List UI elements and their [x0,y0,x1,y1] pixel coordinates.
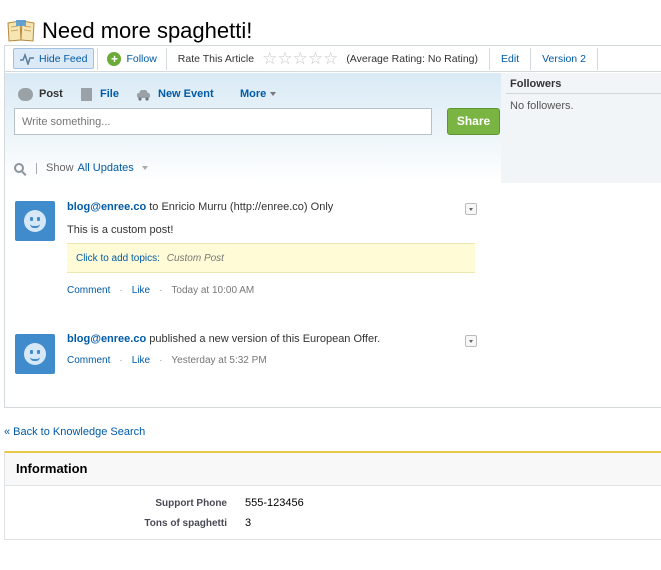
field-value: 3 [245,517,252,529]
tab-file-label: File [100,88,119,100]
feed-filter: Show All Updates [14,161,148,175]
user-face-icon [24,210,46,232]
feed-item-header: blog@enree.co to Enricio Murru (http://e… [67,201,333,213]
feed-item-body: This is a custom post! [67,224,174,236]
show-label: Show [46,162,74,174]
follow-label: Follow [126,52,157,65]
followers-title: Followers [510,78,562,90]
toolbar-divider [97,47,99,70]
topics-box: Click to add topics: Custom Post [67,243,475,273]
topic-value: Custom Post [166,253,224,264]
field-value: 555-123456 [245,497,304,509]
star-icon[interactable]: ☆ [293,50,308,67]
followers-divider [506,93,661,94]
feed-item-actions: Comment · Like · Today at 10:00 AM [67,285,255,296]
feed-activity-icon [20,52,34,65]
average-rating-text: (Average Rating: No Rating) [346,52,479,65]
field-label: Support Phone [155,498,227,509]
feed-item-actions: Comment · Like · Yesterday at 5:32 PM [67,355,267,366]
feed-item-action: to Enricio Murru (http://enree.co) Only [146,201,334,213]
information-title: Information [16,461,88,476]
tab-new-event[interactable]: New Event [136,86,214,102]
feed-item-action: published a new version of this European… [146,333,381,345]
timestamp: Today at 10:00 AM [171,285,255,296]
chevron-down-icon [270,92,277,96]
post-input[interactable] [14,108,432,135]
hide-feed-label: Hide Feed [39,52,88,65]
back-to-search-link[interactable]: « Back to Knowledge Search [4,426,145,438]
timestamp: Yesterday at 5:32 PM [171,355,267,366]
tab-post[interactable]: Post [18,86,63,102]
toolbar-divider [596,47,598,70]
share-button[interactable]: Share [447,108,500,135]
follow-button[interactable]: + Follow [101,48,162,69]
plus-icon: + [107,51,122,66]
hide-feed-button[interactable]: Hide Feed [13,48,95,69]
add-topics-link[interactable]: Click to add topics: [76,253,160,264]
page-title: Need more spaghetti! [42,18,253,43]
tab-new-event-label: New Event [158,88,214,100]
event-car-icon [137,89,150,101]
more-label: More [240,88,267,100]
filter-divider [36,162,37,174]
star-icon[interactable]: ☆ [323,50,338,67]
avatar[interactable] [15,334,55,374]
rate-article-label: Rate This Article [177,52,255,65]
star-icon[interactable]: ☆ [308,50,323,67]
feed-item-menu-button[interactable] [465,335,477,347]
knowledge-article-book-icon [6,18,36,44]
version-link[interactable]: Version 2 [534,53,594,65]
feed-item-menu-button[interactable] [465,203,477,215]
actor-link[interactable]: blog@enree.co [67,333,146,345]
more-dropdown[interactable]: More [240,86,277,102]
toolbar-divider [165,47,167,70]
feed-item-header: blog@enree.co published a new version of… [67,333,380,345]
field-label: Tons of spaghetti [144,518,227,529]
star-icon[interactable]: ☆ [277,50,292,67]
toolbar-divider [530,47,532,70]
search-icon[interactable] [14,163,24,173]
file-icon [81,87,92,101]
rating-stars[interactable]: ☆ ☆ ☆ ☆ ☆ [262,50,338,67]
toolbar-divider [489,47,491,70]
filter-select[interactable]: All Updates [78,162,134,174]
tab-file[interactable]: File [81,86,119,102]
like-link[interactable]: Like [132,355,150,366]
tab-post-label: Post [39,88,63,100]
title-row: Need more spaghetti! [6,16,252,46]
edit-link[interactable]: Edit [493,53,527,65]
avatar[interactable] [15,201,55,241]
user-face-icon [24,343,46,365]
comment-link[interactable]: Comment [67,285,110,296]
comment-link[interactable]: Comment [67,355,110,366]
chevron-down-icon[interactable] [141,166,148,170]
actor-link[interactable]: blog@enree.co [67,201,146,213]
followers-empty-text: No followers. [510,100,574,112]
like-link[interactable]: Like [132,285,150,296]
article-toolbar: Hide Feed + Follow Rate This Article ☆ ☆… [4,45,661,72]
star-icon[interactable]: ☆ [262,50,277,67]
information-header [5,453,661,486]
post-bubble-icon [18,87,33,101]
